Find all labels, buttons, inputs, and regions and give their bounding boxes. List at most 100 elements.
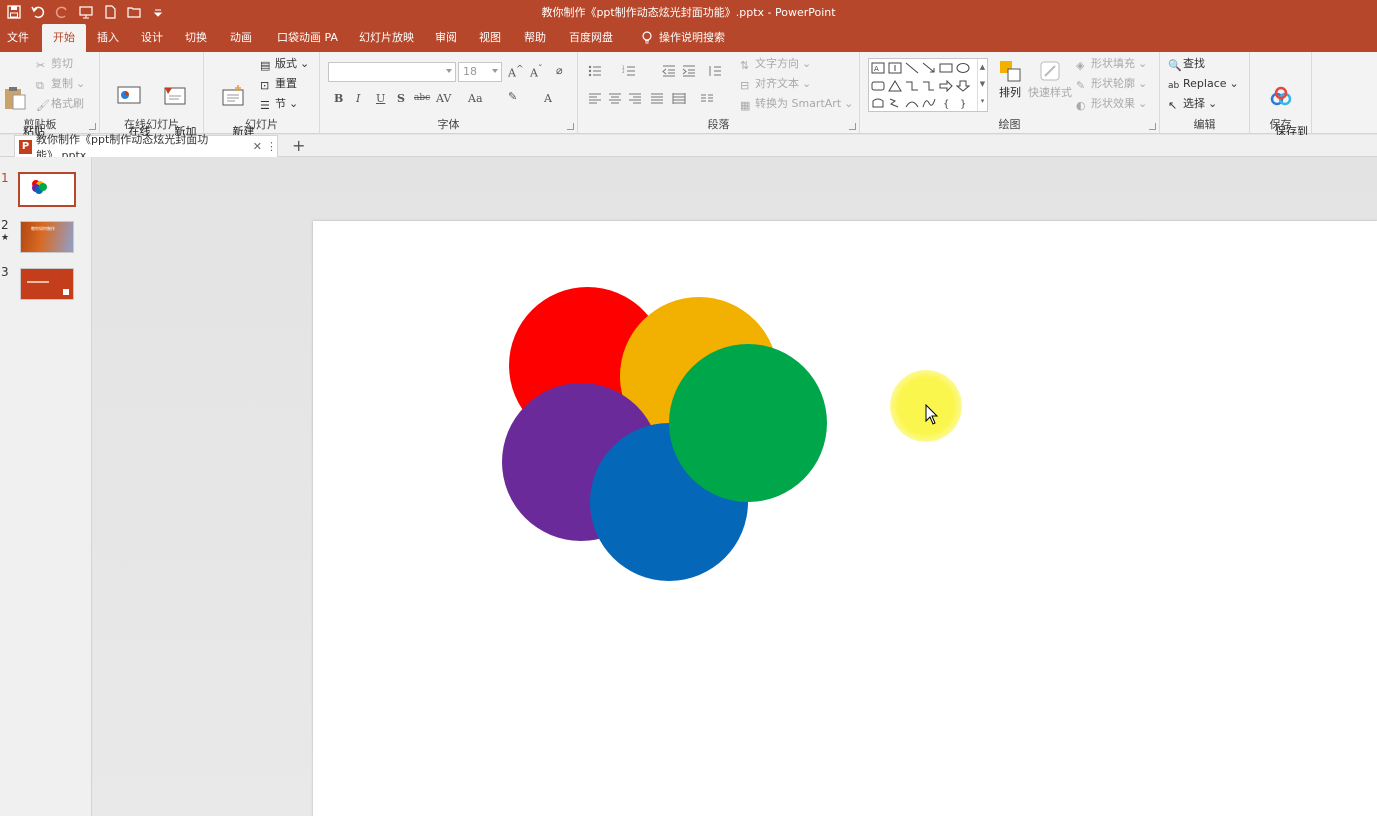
font-size-combo[interactable]: 18 [458, 62, 502, 82]
shape-effects-button[interactable]: ◐ 形状效果 ⌄ [1076, 96, 1147, 112]
change-case-button[interactable]: Aa [468, 92, 483, 105]
oval-shape-icon[interactable] [956, 62, 970, 74]
font-color-button[interactable]: A [544, 92, 552, 105]
tab-baidu-netdisk[interactable]: 百度网盘 [562, 24, 620, 52]
brace-right-shape-icon[interactable]: } [956, 97, 970, 109]
cut-label: 剪切 [51, 57, 73, 70]
copy-button[interactable]: ⧉ 复制 ⌄ [36, 76, 85, 92]
numbering-icon[interactable]: 12 [622, 64, 636, 78]
slide-thumbnail-1[interactable] [18, 172, 76, 207]
brace-left-shape-icon[interactable]: { [939, 97, 953, 109]
clear-formatting-icon[interactable]: ⌀ [556, 64, 563, 77]
rounded-rect-shape-icon[interactable] [871, 80, 885, 92]
vertical-textbox-shape-icon[interactable] [888, 62, 902, 74]
line-shape-icon[interactable] [905, 62, 919, 74]
slide-thumbnail-2[interactable]: 教你如何制作 [20, 221, 74, 253]
paragraph-dialog-launcher[interactable] [849, 123, 856, 130]
curve-shape-icon[interactable] [922, 97, 936, 109]
thumbnail-number-3: 3 [1, 265, 9, 279]
pen-icon: ✎ [1076, 79, 1086, 92]
textbox-shape-icon[interactable]: A [871, 62, 885, 74]
freeform-shape-icon[interactable] [871, 97, 885, 109]
rectangle-shape-icon[interactable] [939, 62, 953, 74]
triangle-shape-icon[interactable] [888, 80, 902, 92]
text-direction-button[interactable]: ⇅ 文字方向 ⌄ [740, 56, 811, 72]
shapes-gallery[interactable]: A { } ▲ ▼ ▾ [868, 58, 988, 112]
drawing-dialog-launcher[interactable] [1149, 123, 1156, 130]
font-dialog-launcher[interactable] [567, 123, 574, 130]
columns-icon[interactable] [700, 92, 714, 106]
add-tab-button[interactable]: + [292, 136, 305, 155]
select-button[interactable]: ↖ 选择 ⌄ [1168, 96, 1217, 112]
reset-button[interactable]: ⊡ 重置 [260, 76, 297, 92]
layout-label: 版式 [275, 57, 297, 70]
tab-file[interactable]: 文件 [0, 24, 36, 52]
arc-shape-icon[interactable] [905, 97, 919, 109]
shape-outline-button[interactable]: ✎ 形状轮廓 ⌄ [1076, 76, 1147, 92]
title-bar: 教你制作《ppt制作动态炫光封面功能》.pptx - PowerPoint [0, 0, 1377, 24]
tab-view[interactable]: 视图 [472, 24, 508, 52]
format-painter-button[interactable]: 🖌 格式刷 [36, 96, 84, 112]
tab-home[interactable]: 开始 [42, 24, 86, 52]
align-center-icon[interactable] [608, 92, 622, 106]
quick-styles-button[interactable]: 快速样式 [1028, 58, 1072, 99]
more-icon[interactable]: ⋮ [266, 140, 277, 153]
layout-button[interactable]: ▤ 版式 ⌄ [260, 56, 309, 72]
character-spacing-button[interactable]: AV [436, 92, 451, 105]
tab-animations[interactable]: 动画 [223, 24, 259, 52]
tab-pocket-animation[interactable]: 口袋动画 PA [270, 24, 345, 52]
green-circle[interactable] [669, 344, 827, 502]
decrease-font-icon[interactable]: Aˇ [530, 64, 543, 80]
scribble-shape-icon[interactable] [888, 97, 902, 109]
increase-indent-icon[interactable] [682, 64, 696, 78]
gallery-scroll[interactable]: ▲ ▼ ▾ [977, 59, 987, 111]
tab-insert[interactable]: 插入 [90, 24, 126, 52]
shape-fill-button[interactable]: ◈ 形状填充 ⌄ [1076, 56, 1147, 72]
arrow-shape-icon[interactable] [922, 62, 936, 74]
tell-me-search[interactable]: 操作说明搜索 [634, 24, 732, 52]
replace-button[interactable]: ab Replace ⌄ [1168, 76, 1239, 92]
shape-outline-label: 形状轮廓 [1091, 77, 1135, 90]
tab-review[interactable]: 审阅 [428, 24, 464, 52]
tab-transitions[interactable]: 切换 [178, 24, 214, 52]
align-left-icon[interactable] [588, 92, 602, 106]
distributed-icon[interactable] [672, 92, 686, 106]
tab-help[interactable]: 帮助 [517, 24, 553, 52]
decrease-indent-icon[interactable] [662, 64, 676, 78]
font-name-combo[interactable] [328, 62, 456, 82]
justify-icon[interactable] [650, 92, 664, 106]
highlight-icon[interactable]: ✎ [508, 90, 517, 103]
bullets-icon[interactable] [588, 64, 602, 78]
align-text-label: 对齐文本 [755, 77, 799, 90]
clipboard-group: 粘贴 ✂ 剪切 ⧉ 复制 ⌄ 🖌 格式刷 剪贴板 [0, 52, 100, 138]
document-tab[interactable]: P 教你制作《ppt制作动态炫光封面功能》.pptx ✕ ⋮ [14, 133, 278, 162]
strikethrough-button[interactable]: abc [414, 93, 430, 103]
underline-button[interactable]: U [376, 92, 385, 105]
tab-slideshow[interactable]: 幻灯片放映 [352, 24, 421, 52]
current-slide[interactable] [313, 221, 1377, 816]
paragraph-group: 12 ⇅ 文字方向 ⌄ ⊟ 对齐文本 ⌄ ▦ 转换为 SmartArt ⌄ 段落 [578, 52, 860, 134]
elbow-connector-shape-icon[interactable] [905, 80, 919, 92]
close-icon[interactable]: ✕ [253, 140, 262, 153]
convert-smartart-button[interactable]: ▦ 转换为 SmartArt ⌄ [740, 96, 853, 112]
cut-button[interactable]: ✂ 剪切 [36, 56, 73, 72]
down-arrow-shape-icon[interactable] [956, 80, 970, 92]
line-spacing-icon[interactable] [708, 64, 722, 78]
elbow-arrow-shape-icon[interactable] [922, 80, 936, 92]
section-button[interactable]: ☰ 节 ⌄ [260, 96, 298, 112]
italic-button[interactable]: I [356, 92, 360, 105]
slide-thumbnails-pane: 1 2 ★ 教你如何制作 3 [0, 157, 92, 816]
align-text-icon: ⊟ [740, 79, 750, 92]
find-button[interactable]: 🔍 查找 [1168, 56, 1205, 72]
align-text-button[interactable]: ⊟ 对齐文本 ⌄ [740, 76, 811, 92]
clipboard-dialog-launcher[interactable] [89, 123, 96, 130]
increase-font-icon[interactable]: A^ [508, 64, 524, 80]
slide-thumbnail-3[interactable] [20, 268, 74, 300]
document-tab-strip: P 教你制作《ppt制作动态炫光封面功能》.pptx ✕ ⋮ + [0, 133, 1377, 162]
right-arrow-shape-icon[interactable] [939, 80, 953, 92]
text-shadow-button[interactable]: S [397, 92, 405, 105]
tab-design[interactable]: 设计 [134, 24, 170, 52]
align-right-icon[interactable] [628, 92, 642, 106]
bold-button[interactable]: B [334, 92, 343, 105]
arrange-button[interactable]: 排列 [992, 58, 1028, 99]
